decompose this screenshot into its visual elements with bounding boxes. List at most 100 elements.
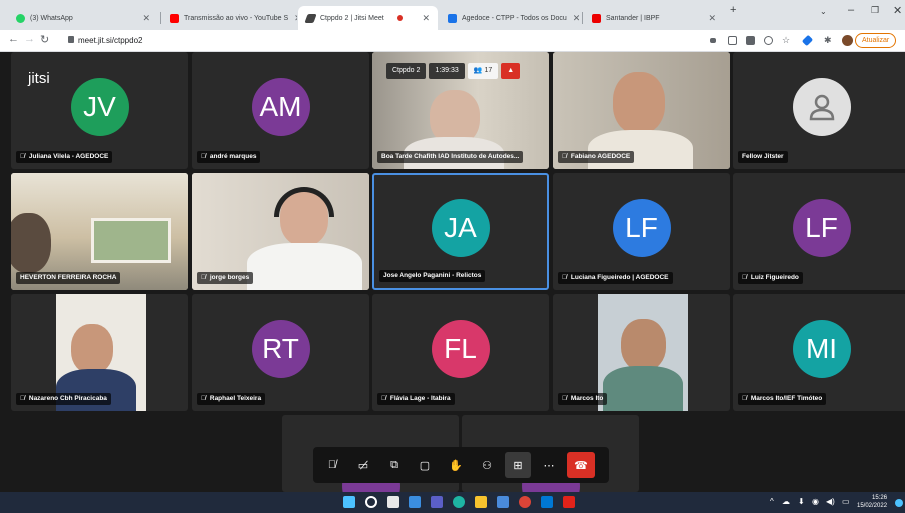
close-tab-icon[interactable]: ✕ bbox=[288, 13, 297, 24]
mic-off-icon: 🎙̸ bbox=[562, 153, 567, 160]
camera-toggle-button[interactable]: ▭̸ bbox=[350, 452, 376, 478]
participant-name: 🎙̸ Marcos Ito bbox=[558, 393, 608, 405]
system-clock[interactable]: 15:26 15/02/2022 bbox=[857, 494, 887, 510]
participant-tile[interactable]: LF 🎙̸ Luiz Figueiredo bbox=[733, 173, 905, 290]
participant-name: 🎙̸ jorge borges bbox=[197, 272, 254, 284]
browser-tab-bar: (3) WhatsApp ✕ Transmissão ao vivo - You… bbox=[0, 0, 905, 30]
user-icon bbox=[809, 94, 834, 120]
avatar: RT bbox=[251, 319, 310, 378]
participant-name: 🎙̸ Luiz Figueiredo bbox=[738, 272, 803, 284]
start-icon[interactable] bbox=[343, 496, 355, 508]
participant-name: 🎙̸ Fabiano AGEDOCE bbox=[558, 151, 635, 163]
acrobat-icon[interactable] bbox=[563, 496, 575, 508]
volume-icon[interactable]: ◀) bbox=[826, 497, 835, 506]
translate-icon[interactable] bbox=[746, 36, 755, 45]
share-icon[interactable] bbox=[728, 36, 737, 45]
participant-name: 🎙̸ Flávia Lage - Itabira bbox=[377, 393, 455, 405]
tile-view-button[interactable]: ⊞ bbox=[505, 452, 531, 478]
maximize-icon[interactable]: ❐ bbox=[871, 5, 879, 16]
meeting-toolbar: 🎙̸ ▭̸ ⧉ ▢ ✋ ⚇ ⊞ ⋯ ☎ bbox=[313, 447, 609, 483]
camera-icon[interactable] bbox=[710, 38, 716, 43]
search-icon[interactable] bbox=[365, 496, 377, 508]
close-tab-icon[interactable]: ✕ bbox=[416, 13, 430, 24]
more-icon: ⋯ bbox=[543, 459, 555, 472]
room-name: Ctppdo 2 bbox=[386, 63, 427, 79]
screen-share-button[interactable]: ⧉ bbox=[381, 452, 407, 478]
extension-icon[interactable] bbox=[764, 36, 773, 45]
show-hidden-icons-icon[interactable]: ^ bbox=[770, 497, 774, 506]
reload-icon[interactable]: ↻ bbox=[40, 33, 49, 46]
store-icon[interactable] bbox=[497, 496, 509, 508]
profile-avatar[interactable] bbox=[842, 35, 853, 46]
tab-search-icon[interactable]: ⌄ bbox=[820, 7, 827, 16]
dropbox-icon[interactable]: ⬇ bbox=[798, 497, 805, 506]
tab-label: Transmissão ao vivo - YouTube S bbox=[184, 14, 289, 22]
clock-date: 15/02/2022 bbox=[857, 503, 888, 509]
tab-label: (3) WhatsApp bbox=[30, 14, 73, 22]
edge-icon[interactable] bbox=[453, 496, 465, 508]
phone-hangup-icon: ☎ bbox=[574, 459, 588, 472]
participant-tile[interactable]: 🎙̸ jorge borges bbox=[192, 173, 369, 290]
grid-icon: ⊞ bbox=[513, 459, 523, 472]
avatar bbox=[792, 77, 851, 136]
mic-off-icon: 🎙̸ bbox=[327, 459, 337, 471]
participant-tile[interactable]: RT 🎙̸ Raphael Teixeira bbox=[192, 294, 369, 411]
teams-icon[interactable] bbox=[431, 496, 443, 508]
file-explorer-icon[interactable] bbox=[475, 496, 487, 508]
widgets-icon[interactable] bbox=[409, 496, 421, 508]
forward-icon[interactable]: → bbox=[24, 33, 35, 45]
participant-tile[interactable]: 🎙̸ Marcos Ito bbox=[553, 294, 730, 411]
participant-tile[interactable]: MI 🎙̸ Marcos Ito/IEF Timóteo bbox=[733, 294, 905, 411]
participant-tile[interactable]: LF 🎙̸ Luciana Figueiredo | AGEDOCE bbox=[553, 173, 730, 290]
close-tab-icon[interactable]: ✕ bbox=[567, 13, 580, 24]
participant-video bbox=[71, 324, 113, 374]
participant-tile[interactable]: 🎙̸ Nazareno Cbh Piracicaba bbox=[11, 294, 188, 411]
puzzle-icon[interactable]: ✱ bbox=[824, 35, 832, 46]
tab-agedoce[interactable]: Agedoce - CTPP - Todos os Docu ✕ bbox=[440, 6, 580, 30]
participants-button[interactable]: ⚇ bbox=[474, 452, 500, 478]
windows-taskbar: ^ ☁ ⬇ ◉ ◀) ▭ 15:26 15/02/2022 bbox=[0, 492, 905, 513]
weather-icon[interactable]: ☁ bbox=[782, 497, 790, 506]
participant-tile[interactable]: FL 🎙̸ Flávia Lage - Itabira bbox=[372, 294, 549, 411]
new-tab-icon[interactable]: + bbox=[730, 4, 736, 16]
more-options-button[interactable]: ⋯ bbox=[536, 452, 562, 478]
task-view-icon[interactable] bbox=[387, 496, 399, 508]
battery-icon[interactable]: ▭ bbox=[842, 497, 850, 506]
notification-icon[interactable] bbox=[895, 499, 903, 507]
recording-indicator-icon bbox=[397, 15, 404, 21]
bookmark-star-icon[interactable]: ☆ bbox=[782, 35, 790, 46]
participants-count[interactable]: 👥 17 bbox=[467, 63, 499, 79]
close-tab-icon[interactable]: ✕ bbox=[702, 13, 716, 24]
participant-tile[interactable]: Fellow Jitster bbox=[733, 52, 905, 169]
close-tab-icon[interactable]: ✕ bbox=[136, 13, 150, 24]
participant-video bbox=[91, 218, 171, 263]
participant-tile[interactable]: 🎙̸ Fabiano AGEDOCE bbox=[553, 52, 730, 169]
tab-youtube[interactable]: Transmissão ao vivo - YouTube S ✕ bbox=[162, 6, 297, 30]
participant-tile-active-speaker[interactable]: JA Jose Angelo Paganini - Relictos bbox=[372, 173, 549, 290]
close-window-icon[interactable]: ✕ bbox=[893, 4, 902, 17]
tab-santander[interactable]: Santander | IBPF ✕ bbox=[584, 6, 724, 30]
participant-tile[interactable]: HEVERTON FERREIRA ROCHA bbox=[11, 173, 188, 290]
hangup-button[interactable]: ☎ bbox=[567, 452, 595, 478]
participant-video bbox=[603, 366, 683, 411]
chat-button[interactable]: ▢ bbox=[412, 452, 438, 478]
chrome-icon[interactable] bbox=[519, 496, 531, 508]
tab-label: Santander | IBPF bbox=[606, 14, 660, 22]
wifi-icon[interactable]: ◉ bbox=[812, 497, 819, 506]
tab-whatsapp[interactable]: (3) WhatsApp ✕ bbox=[8, 6, 158, 30]
participant-tile[interactable]: AM 🎙̸ andré marques bbox=[192, 52, 369, 169]
back-icon[interactable]: ← bbox=[8, 33, 19, 45]
minimize-icon[interactable]: – bbox=[848, 4, 854, 16]
url-input[interactable]: meet.jit.si/ctppdo2 bbox=[78, 36, 142, 45]
tab-label: Agedoce - CTPP - Todos os Docu bbox=[462, 14, 567, 22]
participant-name: 🎙̸ Raphael Teixeira bbox=[197, 393, 266, 405]
warning-icon[interactable]: ▲ bbox=[501, 63, 521, 79]
tab-jitsi[interactable]: Ctppdo 2 | Jitsi Meet ✕ bbox=[298, 6, 438, 30]
participants-icon: 👥 bbox=[473, 67, 485, 74]
raise-hand-button[interactable]: ✋ bbox=[443, 452, 469, 478]
outlook-icon[interactable] bbox=[541, 496, 553, 508]
pen-extension-icon[interactable] bbox=[801, 34, 814, 47]
mic-toggle-button[interactable]: 🎙̸ bbox=[319, 452, 345, 478]
update-button[interactable]: Atualizar bbox=[855, 33, 897, 48]
participant-video bbox=[588, 130, 693, 169]
